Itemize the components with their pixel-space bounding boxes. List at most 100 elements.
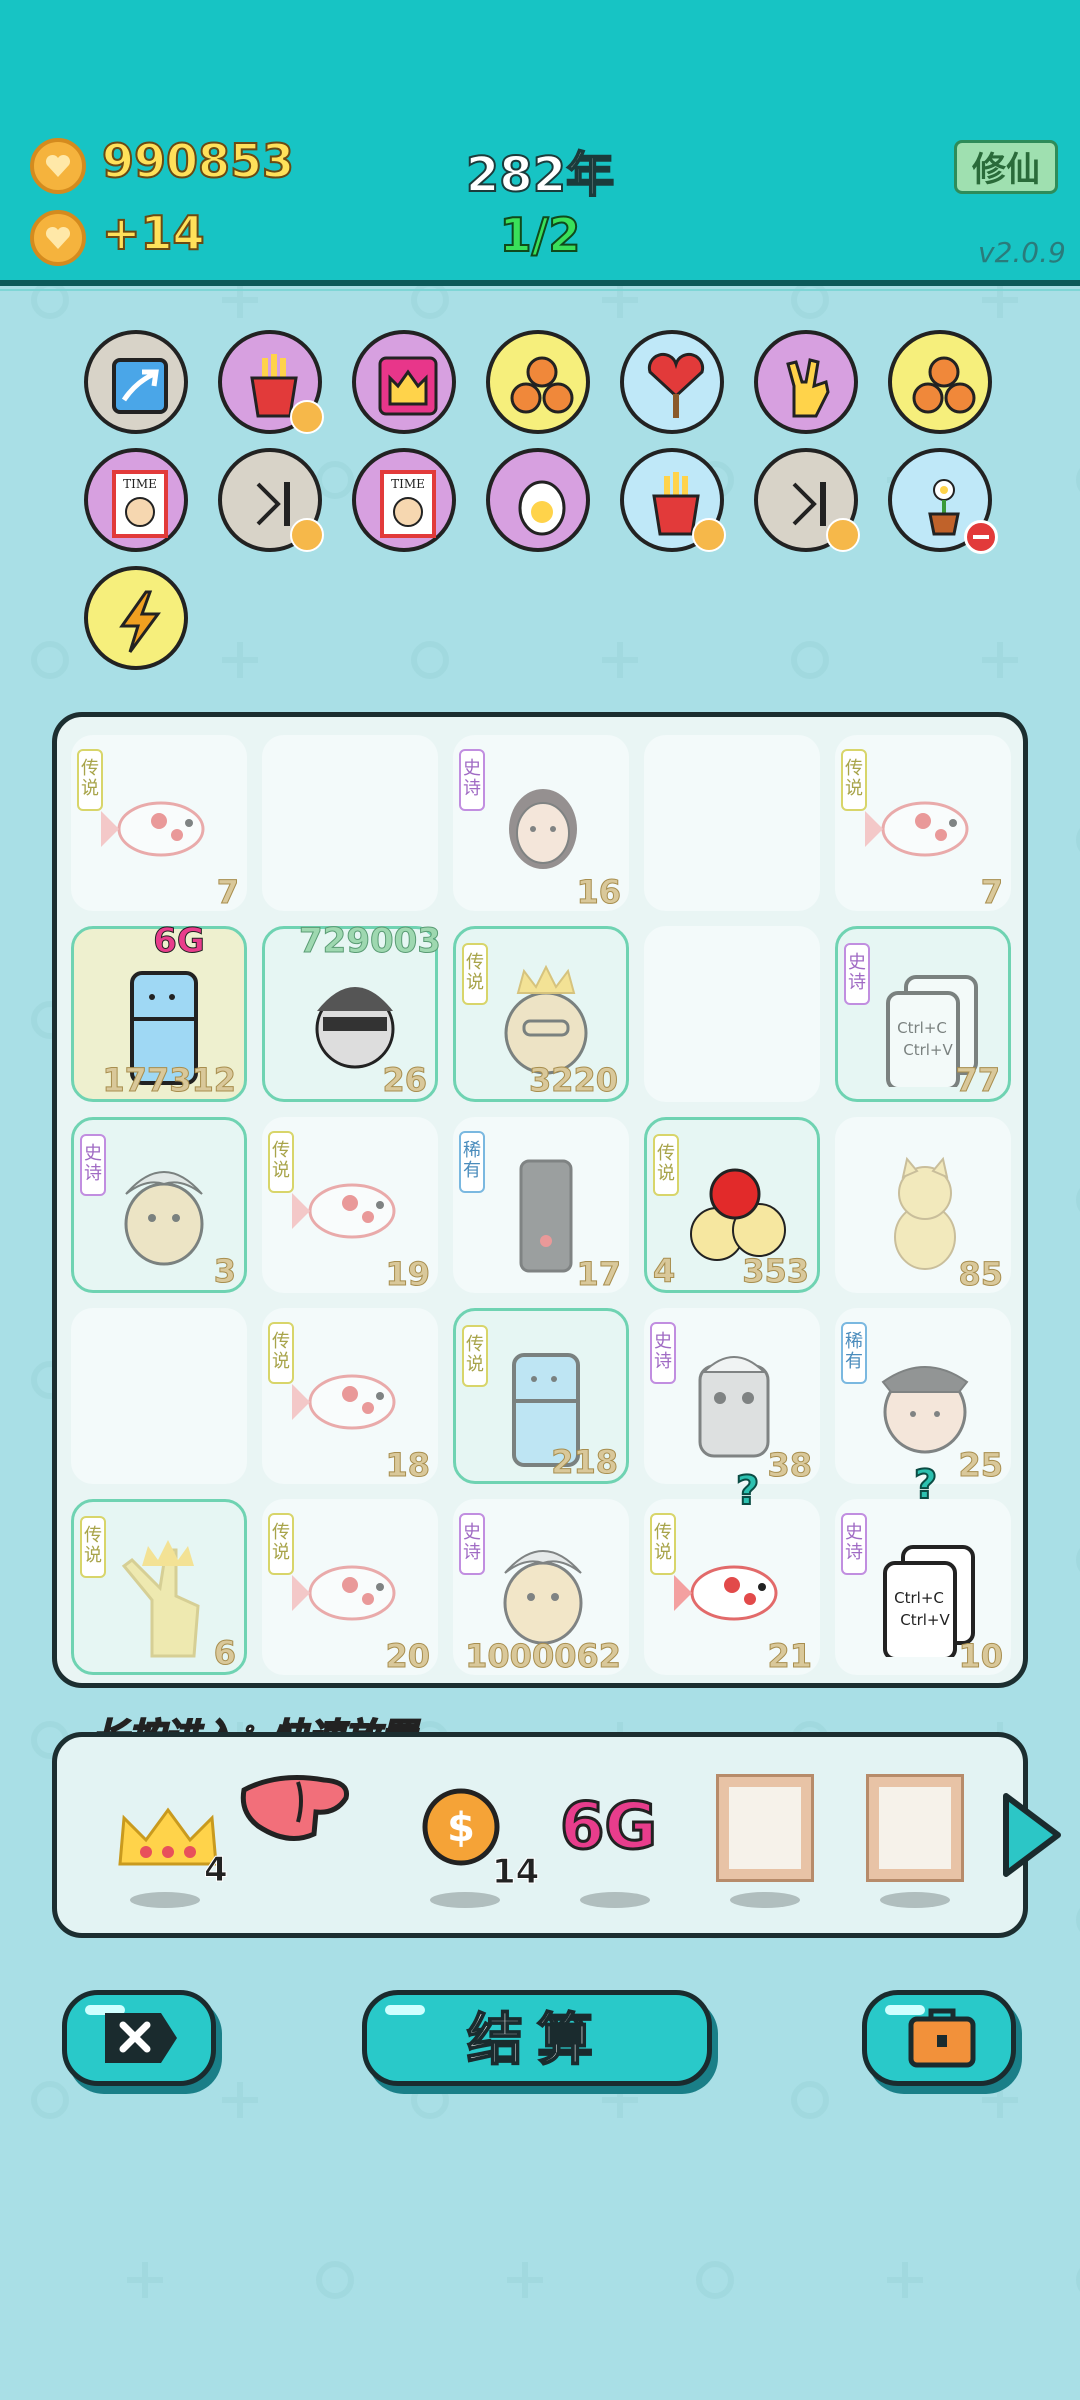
- item-heart-fan[interactable]: [620, 330, 724, 434]
- rarity-tag: 传说: [841, 749, 867, 811]
- item-french-fries[interactable]: [218, 330, 324, 434]
- inventory-slot-6g[interactable]: 6G: [559, 1789, 680, 1880]
- item-rock-hand[interactable]: [754, 330, 858, 434]
- bg-cross: [602, 642, 638, 678]
- heart-badge-icon: [826, 518, 860, 552]
- inventory-slot-frame[interactable]: [716, 1774, 814, 1882]
- cell-count: 18: [385, 1446, 431, 1485]
- board-cell[interactable]: 史诗 3: [71, 1117, 247, 1293]
- inventory-slot-coin[interactable]: $ 14: [420, 1786, 540, 1896]
- bg-cross: [982, 642, 1018, 678]
- board-cell[interactable]: 传说 3220: [453, 926, 629, 1102]
- item-flower-pot[interactable]: [888, 448, 998, 554]
- svg-text:Ctrl+V: Ctrl+V: [900, 1611, 950, 1629]
- bag-button[interactable]: [862, 1990, 1016, 2086]
- pink-robot-item-icon: [378, 356, 438, 416]
- cell-count: 3220: [528, 1061, 618, 1100]
- inventory-slot-frame-2[interactable]: [866, 1774, 964, 1882]
- coin-icon: [30, 138, 86, 194]
- bg-cross: [887, 2262, 923, 2298]
- bg-circle: [31, 2081, 69, 2119]
- board-cell[interactable]: 稀有 17: [453, 1117, 629, 1294]
- heart-badge-icon: [290, 518, 324, 552]
- 6g-label: 6G: [559, 1789, 659, 1866]
- bg-circle: [696, 2261, 734, 2299]
- income-coin-icon: [30, 210, 86, 266]
- rarity-tag: 传说: [77, 749, 103, 811]
- board-cell[interactable]: 传说 353 4: [644, 1117, 820, 1293]
- unknown-question-icon: ?: [735, 1467, 760, 1515]
- board-cell[interactable]: 传说 20: [262, 1499, 438, 1676]
- rarity-tag: 史诗: [841, 1513, 867, 1575]
- board-cell[interactable]: 传说 6: [71, 1499, 247, 1675]
- cell-count: 20: [385, 1637, 431, 1676]
- rarity-tag: 传说: [462, 1325, 488, 1387]
- board-cell[interactable]: 传说 7: [835, 735, 1011, 912]
- cell-count: 6: [213, 1634, 236, 1673]
- item-egg[interactable]: [486, 448, 590, 552]
- board-cell[interactable]: [644, 926, 820, 1102]
- board-cell[interactable]: 6G 177312: [71, 921, 247, 1102]
- rarity-tag: 稀有: [841, 1322, 867, 1384]
- board-cell[interactable]: Ctrl+C Ctrl+V 史诗 10: [835, 1499, 1011, 1676]
- exit-button[interactable]: [62, 1990, 216, 2086]
- lightning-bolt-icon: [119, 590, 161, 653]
- board-cell[interactable]: [71, 1308, 247, 1484]
- heart-fan-icon: [647, 352, 705, 418]
- bg-cross: [602, 282, 638, 318]
- board-cell[interactable]: 传说 18: [262, 1308, 438, 1485]
- item-speed-up-arrow[interactable]: [84, 330, 188, 434]
- svg-text:Ctrl+C: Ctrl+C: [897, 1019, 947, 1037]
- board-cell[interactable]: 传说 218: [453, 1308, 629, 1484]
- board-cell[interactable]: [262, 735, 438, 911]
- cell-count: 77: [955, 1061, 1001, 1100]
- bg-cross: [507, 2262, 543, 2298]
- rarity-tag: 史诗: [80, 1134, 106, 1196]
- board-cell[interactable]: 85: [835, 1117, 1011, 1294]
- item-skip-next[interactable]: [218, 448, 324, 552]
- board-cell[interactable]: [644, 735, 820, 911]
- item-french-fries-2[interactable]: [620, 448, 726, 552]
- item-three-basketballs[interactable]: [486, 330, 590, 434]
- rarity-tag: 传说: [268, 1131, 294, 1193]
- item-pink-robot-item[interactable]: [352, 330, 456, 434]
- board-cell[interactable]: 传说 21: [644, 1499, 820, 1676]
- board-cell[interactable]: 稀有 25: [835, 1308, 1011, 1485]
- board-cell[interactable]: 史诗 1000062: [453, 1499, 629, 1676]
- inventory-next-arrow-icon[interactable]: [1000, 1790, 1064, 1880]
- item-time-magazine-2[interactable]: TIME: [352, 448, 456, 552]
- cultivation-button[interactable]: 修仙: [954, 140, 1058, 194]
- rarity-tag: 史诗: [459, 749, 485, 811]
- inventory-slot-crown[interactable]: 4: [112, 1790, 228, 1900]
- inventory-slot-liver[interactable]: [238, 1772, 358, 1882]
- coin-item-count: 14: [491, 1852, 540, 1893]
- slot-shadow: [730, 1892, 800, 1908]
- cell-count: 25: [958, 1446, 1004, 1485]
- cell-top-value: 6G: [153, 921, 206, 962]
- cell-count: 353: [742, 1252, 810, 1291]
- bg-circle: [316, 461, 354, 499]
- top-bar-divider: [0, 280, 1080, 286]
- bg-cross: [127, 2262, 163, 2298]
- board-cell[interactable]: 史诗 38: [644, 1308, 820, 1485]
- frame-icon: [729, 1787, 801, 1869]
- item-three-basketballs-2[interactable]: [888, 330, 992, 434]
- board-cell[interactable]: Ctrl+C Ctrl+V 史诗 77: [835, 926, 1011, 1102]
- board-cell[interactable]: 729003 26: [262, 921, 441, 1102]
- settle-button[interactable]: 结算: [362, 1990, 712, 2086]
- rarity-tag: 史诗: [459, 1513, 485, 1575]
- remove-icon[interactable]: [964, 520, 998, 554]
- cell-count: 21: [767, 1637, 813, 1676]
- item-skip-next-2[interactable]: [754, 448, 860, 552]
- board-cell[interactable]: 传说 19: [262, 1117, 438, 1294]
- svg-text:Ctrl+V: Ctrl+V: [903, 1041, 953, 1059]
- svg-text:TIME: TIME: [123, 477, 157, 491]
- item-lightning-bolt[interactable]: [84, 566, 188, 670]
- bg-circle: [411, 2081, 449, 2119]
- board-cell[interactable]: 传说 7: [71, 735, 247, 912]
- cell-top-value: 729003: [299, 921, 442, 962]
- bg-circle: [791, 2081, 829, 2119]
- item-time-magazine[interactable]: TIME: [84, 448, 188, 552]
- board-cell[interactable]: 史诗 16: [453, 735, 629, 912]
- unknown-question-icon: ?: [913, 1461, 938, 1509]
